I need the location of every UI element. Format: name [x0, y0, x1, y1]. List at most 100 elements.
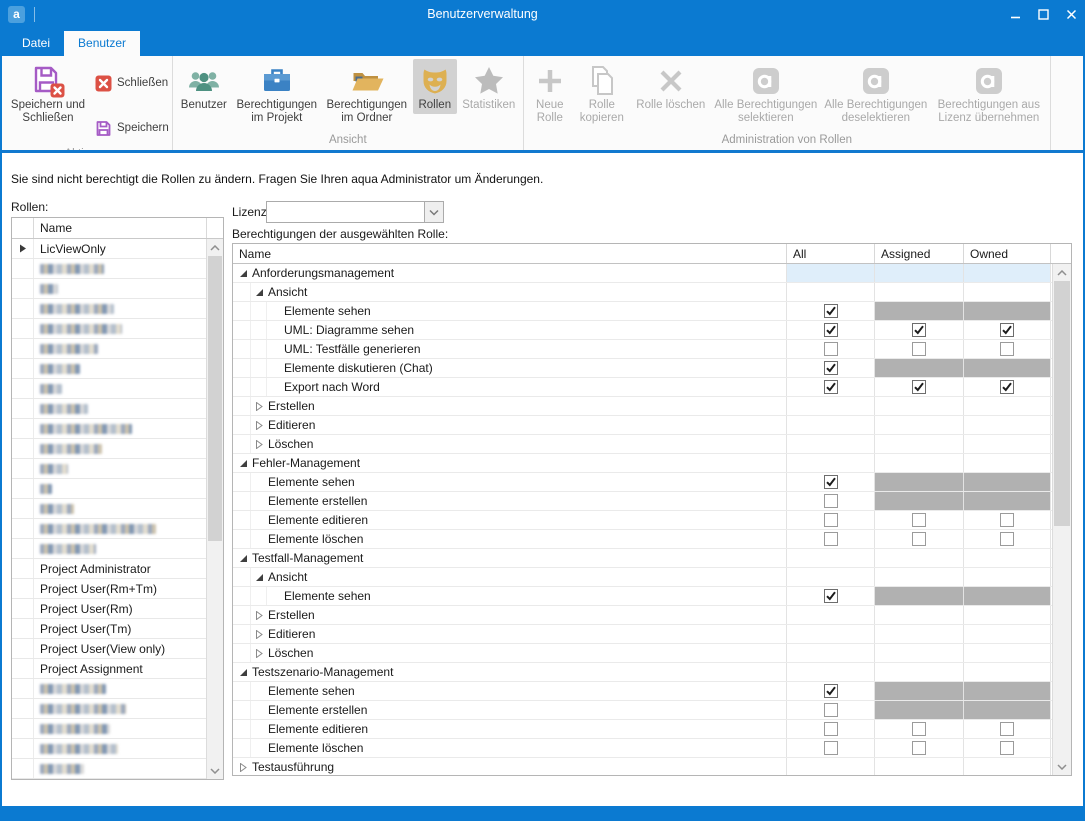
permission-row[interactable]: Erstellen — [233, 397, 1052, 416]
roles-list-item[interactable]: Project User(Rm) — [12, 599, 206, 619]
roles-list-item[interactable]: LicViewOnly — [12, 239, 206, 259]
assigned-checkbox-unchecked[interactable] — [912, 741, 926, 755]
roles-list-item[interactable] — [12, 739, 206, 759]
cell-owned[interactable] — [964, 720, 1051, 738]
all-checkbox-unchecked[interactable] — [824, 532, 838, 546]
permission-row[interactable]: Elemente löschen — [233, 530, 1052, 549]
roles-list-item[interactable] — [12, 479, 206, 499]
all-checkbox-checked[interactable] — [824, 475, 838, 489]
expand-node-icon[interactable] — [251, 397, 267, 415]
all-checkbox-unchecked[interactable] — [824, 342, 838, 356]
cell-assigned[interactable] — [875, 511, 964, 529]
cell-owned[interactable] — [964, 340, 1051, 358]
column-header-name[interactable]: Name — [233, 244, 787, 263]
permission-row[interactable]: UML: Testfälle generieren — [233, 340, 1052, 359]
license-dropdown-button[interactable] — [424, 202, 443, 222]
roles-list-item[interactable] — [12, 299, 206, 319]
permission-row[interactable]: Editieren — [233, 625, 1052, 644]
scroll-down-icon[interactable] — [207, 762, 223, 779]
permissions-scrollbar-thumb[interactable] — [1054, 281, 1070, 526]
assigned-checkbox-unchecked[interactable] — [912, 513, 926, 527]
expand-node-icon[interactable] — [251, 416, 267, 434]
cell-all[interactable] — [787, 530, 875, 548]
ribbon-button-benutzer[interactable]: Benutzer — [177, 59, 231, 114]
assigned-checkbox-unchecked[interactable] — [912, 342, 926, 356]
permissions-scrollbar[interactable] — [1052, 264, 1071, 775]
cell-assigned[interactable] — [875, 530, 964, 548]
collapse-node-icon[interactable] — [251, 283, 267, 301]
all-checkbox-checked[interactable] — [824, 304, 838, 318]
expand-node-icon[interactable] — [251, 625, 267, 643]
permission-row[interactable]: Ansicht — [233, 283, 1052, 302]
scroll-up-icon[interactable] — [1053, 264, 1071, 281]
permission-row[interactable]: UML: Diagramme sehen — [233, 321, 1052, 340]
owned-checkbox-unchecked[interactable] — [1000, 513, 1014, 527]
permission-row[interactable]: Elemente editieren — [233, 720, 1052, 739]
cell-all[interactable] — [787, 739, 875, 757]
cell-all[interactable] — [787, 587, 875, 605]
roles-name-column-header[interactable]: Name — [34, 218, 207, 238]
cell-all[interactable] — [787, 511, 875, 529]
roles-list-item[interactable] — [12, 379, 206, 399]
roles-list-item[interactable]: Project User(Tm) — [12, 619, 206, 639]
cell-all[interactable] — [787, 492, 875, 510]
all-checkbox-unchecked[interactable] — [824, 513, 838, 527]
roles-list-item[interactable]: Project User(View only) — [12, 639, 206, 659]
maximize-button[interactable] — [1029, 0, 1057, 28]
roles-list-item[interactable] — [12, 719, 206, 739]
cell-owned[interactable] — [964, 321, 1051, 339]
scroll-up-icon[interactable] — [207, 239, 223, 256]
cell-all[interactable] — [787, 302, 875, 320]
cell-all[interactable] — [787, 473, 875, 491]
column-header-owned[interactable]: Owned — [964, 244, 1051, 263]
scroll-down-icon[interactable] — [1053, 758, 1071, 775]
roles-list-item[interactable] — [12, 459, 206, 479]
cell-all[interactable] — [787, 720, 875, 738]
ribbon-button-speichern[interactable]: Speichern — [95, 110, 169, 147]
permission-row[interactable]: Elemente editieren — [233, 511, 1052, 530]
column-header-all[interactable]: All — [787, 244, 875, 263]
expand-node-icon[interactable] — [235, 758, 251, 775]
license-dropdown[interactable] — [266, 201, 444, 223]
assigned-checkbox-checked[interactable] — [912, 323, 926, 337]
all-checkbox-unchecked[interactable] — [824, 494, 838, 508]
roles-list-item[interactable] — [12, 539, 206, 559]
expand-node-icon[interactable] — [251, 435, 267, 453]
cell-assigned[interactable] — [875, 340, 964, 358]
cell-owned[interactable] — [964, 739, 1051, 757]
all-checkbox-checked[interactable] — [824, 380, 838, 394]
permission-row[interactable]: Anforderungsmanagement — [233, 264, 1052, 283]
minimize-button[interactable] — [1001, 0, 1029, 28]
roles-scrollbar[interactable] — [206, 239, 223, 779]
permission-row[interactable]: Testfall-Management — [233, 549, 1052, 568]
ribbon-button-speichern-und-schliessen[interactable]: Speichern und Schließen — [6, 59, 90, 127]
all-checkbox-checked[interactable] — [824, 589, 838, 603]
cell-all[interactable] — [787, 701, 875, 719]
expand-node-icon[interactable] — [251, 644, 267, 662]
permission-row[interactable]: Elemente sehen — [233, 473, 1052, 492]
all-checkbox-checked[interactable] — [824, 684, 838, 698]
permission-row[interactable]: Löschen — [233, 435, 1052, 454]
permission-row[interactable]: Testausführung — [233, 758, 1052, 775]
all-checkbox-unchecked[interactable] — [824, 722, 838, 736]
column-header-assigned[interactable]: Assigned — [875, 244, 964, 263]
assigned-checkbox-checked[interactable] — [912, 380, 926, 394]
ribbon-button-berechtigungen-im-ordner[interactable]: Berechtigungen im Ordner — [323, 59, 411, 127]
owned-checkbox-unchecked[interactable] — [1000, 532, 1014, 546]
owned-checkbox-unchecked[interactable] — [1000, 741, 1014, 755]
permission-row[interactable]: Elemente sehen — [233, 302, 1052, 321]
roles-scrollbar-thumb[interactable] — [208, 256, 222, 541]
roles-list-item[interactable] — [12, 499, 206, 519]
collapse-node-icon[interactable] — [251, 568, 267, 586]
roles-list-item[interactable] — [12, 419, 206, 439]
collapse-node-icon[interactable] — [235, 549, 251, 567]
permission-row[interactable]: Export nach Word — [233, 378, 1052, 397]
owned-checkbox-unchecked[interactable] — [1000, 342, 1014, 356]
close-button[interactable] — [1057, 0, 1085, 28]
cell-owned[interactable] — [964, 511, 1051, 529]
cell-owned[interactable] — [964, 530, 1051, 548]
roles-list-item[interactable] — [12, 359, 206, 379]
roles-list-item[interactable] — [12, 339, 206, 359]
permission-row[interactable]: Fehler-Management — [233, 454, 1052, 473]
ribbon-button-rollen[interactable]: Rollen — [413, 59, 457, 114]
